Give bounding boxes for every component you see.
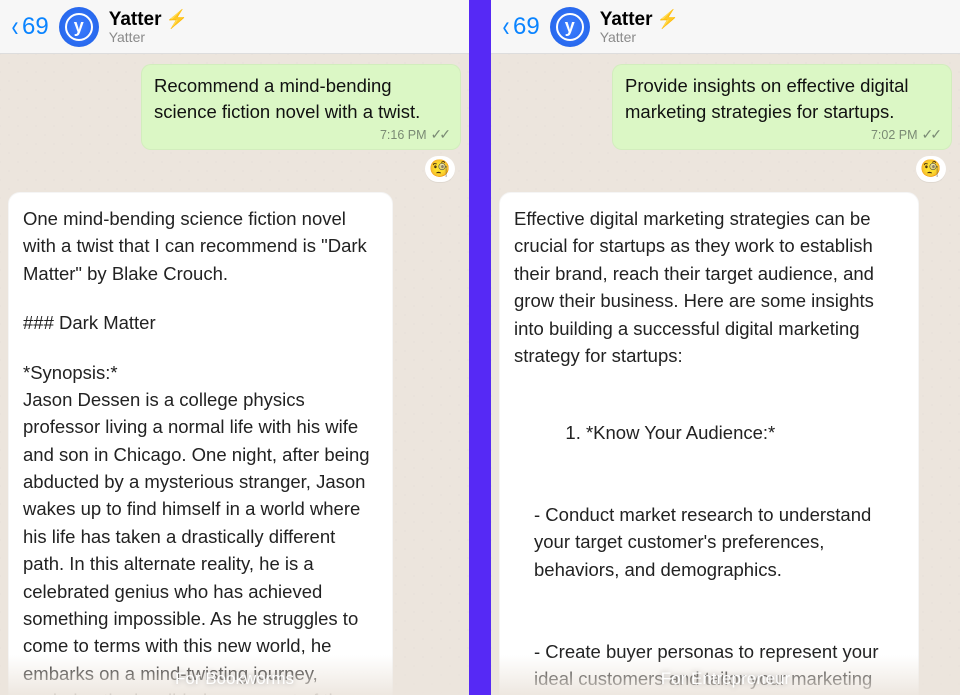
incoming-bubble[interactable]: One mind-bending science fiction novel w… [8, 192, 393, 695]
title-block[interactable]: Yatter ⚡ Yatter [109, 9, 188, 45]
reaction-pill[interactable]: 🧐 [425, 156, 455, 182]
avatar[interactable]: y [59, 7, 99, 47]
incoming-p2c: - Create buyer personas to represent you… [514, 638, 904, 695]
back-count: 69 [22, 13, 49, 41]
chat-header: ‹ 69 y Yatter ⚡ Yatter [491, 0, 960, 54]
message-meta: 7:16 PM ✓✓ [154, 126, 448, 143]
avatar-letter: y [65, 13, 93, 41]
outgoing-bubble[interactable]: Provide insights on effective digital ma… [612, 64, 952, 150]
message-meta: 7:02 PM ✓✓ [625, 126, 939, 143]
reaction-emoji: 🧐 [920, 159, 941, 179]
avatar-letter: y [556, 13, 584, 41]
message-time: 7:02 PM [871, 128, 918, 142]
avatar[interactable]: y [550, 7, 590, 47]
outgoing-row: Provide insights on effective digital ma… [499, 64, 952, 150]
chat-subtitle: Yatter [109, 29, 188, 45]
outgoing-row: Recommend a mind-bending science fiction… [8, 64, 461, 150]
title-block[interactable]: Yatter ⚡ Yatter [600, 9, 679, 45]
reaction-row: 🧐 [8, 154, 461, 192]
chat-title: Yatter [600, 9, 653, 31]
chat-subtitle: Yatter [600, 29, 679, 45]
bolt-icon: ⚡ [166, 9, 188, 30]
incoming-row: One mind-bending science fiction novel w… [8, 192, 461, 695]
incoming-p4: Jason Dessen is a college physics profes… [23, 389, 370, 695]
chat-area[interactable]: Provide insights on effective digital ma… [491, 54, 960, 695]
incoming-p3: *Synopsis:* [23, 362, 118, 383]
back-button[interactable]: ‹ 69 [501, 12, 540, 42]
outgoing-bubble[interactable]: Recommend a mind-bending science fiction… [141, 64, 461, 150]
chat-title: Yatter [109, 9, 162, 31]
outgoing-text: Recommend a mind-bending science fiction… [154, 73, 448, 124]
incoming-p2: ### Dark Matter [23, 309, 378, 336]
incoming-p1: One mind-bending science fiction novel w… [23, 205, 378, 287]
phone-left: ‹ 69 y Yatter ⚡ Yatter Recommend a mind-… [0, 0, 469, 695]
outgoing-text: Provide insights on effective digital ma… [625, 73, 939, 124]
chat-area[interactable]: Recommend a mind-bending science fiction… [0, 54, 469, 695]
phone-right: ‹ 69 y Yatter ⚡ Yatter Provide insights … [491, 0, 960, 695]
reaction-emoji: 🧐 [429, 159, 450, 179]
back-count: 69 [513, 13, 540, 41]
chat-header: ‹ 69 y Yatter ⚡ Yatter [0, 0, 469, 54]
read-ticks-icon: ✓✓ [431, 126, 448, 143]
read-ticks-icon: ✓✓ [922, 126, 939, 143]
incoming-p2b: - Conduct market research to understand … [514, 501, 904, 583]
message-time: 7:16 PM [380, 128, 427, 142]
back-button[interactable]: ‹ 69 [10, 12, 49, 42]
incoming-bubble[interactable]: Effective digital marketing strategies c… [499, 192, 919, 695]
chevron-left-icon: ‹ [12, 12, 19, 42]
reaction-row: 🧐 [499, 154, 952, 192]
bolt-icon: ⚡ [657, 9, 679, 30]
incoming-row: Effective digital marketing strategies c… [499, 192, 952, 695]
chevron-left-icon: ‹ [503, 12, 510, 42]
reaction-pill[interactable]: 🧐 [916, 156, 946, 182]
incoming-p2a: 1. *Know Your Audience:* [565, 422, 775, 443]
incoming-p1: Effective digital marketing strategies c… [514, 205, 904, 369]
